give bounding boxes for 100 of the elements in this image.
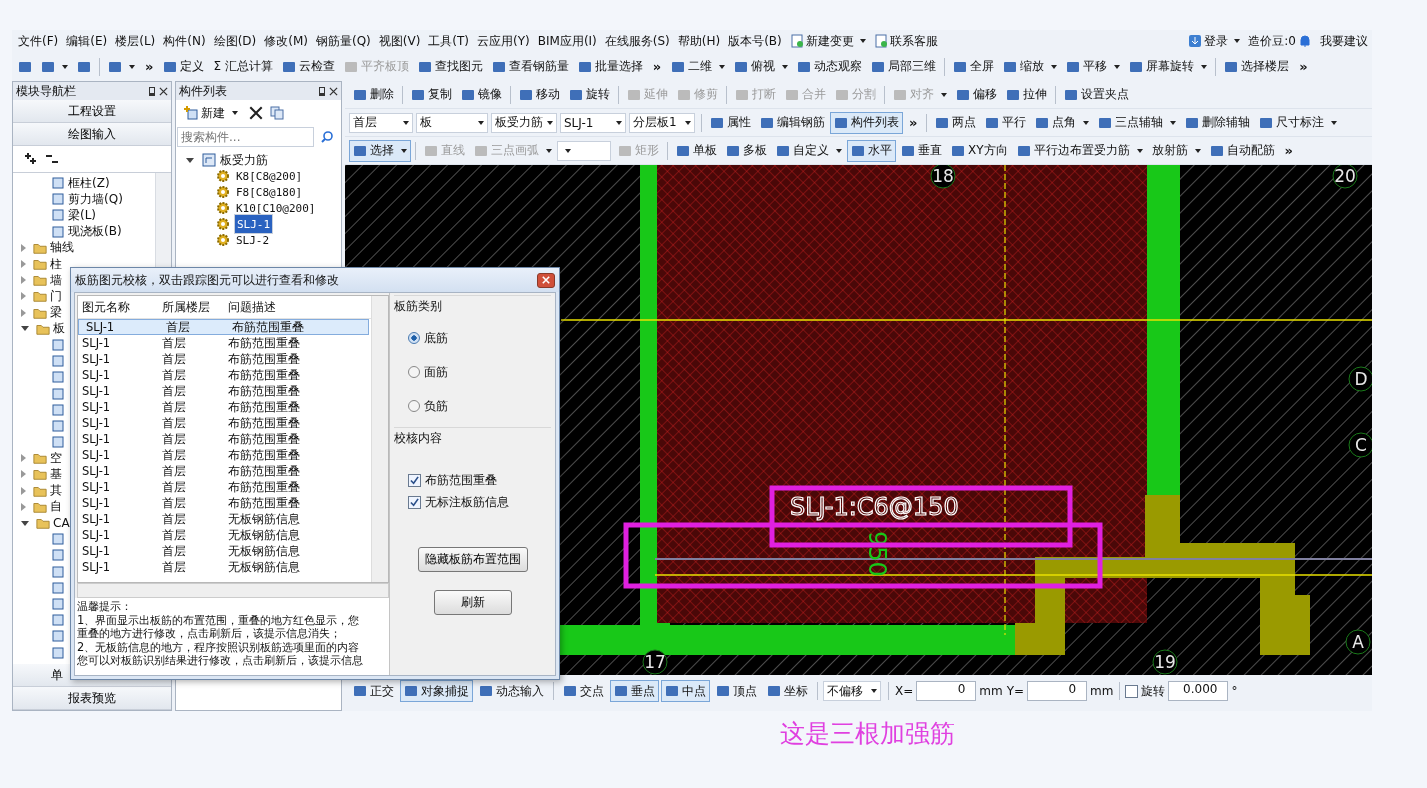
expand-arrow-icon[interactable] bbox=[21, 308, 26, 317]
radio-button[interactable] bbox=[408, 400, 420, 412]
search-field[interactable]: 搜索构件... bbox=[177, 127, 314, 147]
tree-item[interactable]: K10[C10@200] bbox=[234, 201, 318, 215]
toolbar-button[interactable]: 全屏 bbox=[949, 55, 999, 78]
snap-button[interactable]: 中点 bbox=[661, 680, 710, 702]
menu-item[interactable]: 楼层(L) bbox=[111, 32, 160, 50]
toolbar-button[interactable]: 编辑钢筋 bbox=[756, 111, 829, 134]
toolbar-button[interactable]: Σ 汇总计算 bbox=[209, 55, 277, 78]
tree-item[interactable]: 墙 bbox=[50, 271, 62, 289]
toolbar-button[interactable]: 平行 bbox=[981, 111, 1031, 134]
toolbar-button[interactable]: 拉伸 bbox=[1002, 83, 1051, 106]
expand-arrow-icon[interactable] bbox=[21, 486, 26, 495]
angle-field[interactable]: 0.000 bbox=[1168, 681, 1229, 701]
toolbar-button[interactable]: 水平 bbox=[847, 139, 896, 162]
table-row[interactable]: SLJ-1 首层 布筋范围重叠 bbox=[78, 431, 371, 447]
toolbar-button[interactable]: 定义 bbox=[159, 55, 209, 78]
table-row[interactable]: SLJ-1 首层 无板钢筋信息 bbox=[78, 559, 371, 575]
toolbar-button[interactable]: 选择 bbox=[349, 139, 411, 162]
table-row[interactable]: SLJ-1 首层 布筋范围重叠 bbox=[78, 495, 371, 511]
toolbar-button[interactable]: 自定义 bbox=[772, 139, 846, 162]
close-icon[interactable] bbox=[159, 86, 168, 96]
toolbar-button[interactable]: 局部三维 bbox=[867, 55, 941, 78]
snap-button[interactable]: 对象捕捉 bbox=[400, 680, 473, 702]
checkbox[interactable] bbox=[408, 495, 421, 509]
tree-item[interactable]: 柱 bbox=[50, 255, 62, 273]
toolbar-button[interactable]: 平移 bbox=[1062, 55, 1125, 78]
table-row[interactable]: SLJ-1 首层 布筋范围重叠 bbox=[78, 383, 371, 399]
tree-item[interactable]: K8[C8@200] bbox=[234, 169, 305, 183]
menu-item[interactable]: 我要建议 bbox=[1316, 32, 1372, 50]
column-header[interactable]: 所属楼层 bbox=[158, 299, 224, 315]
menu-item[interactable]: 在线服务(S) bbox=[600, 32, 674, 50]
tree-item[interactable]: 梁 bbox=[50, 304, 62, 322]
tree-item[interactable]: 轴线 bbox=[50, 239, 74, 257]
menu-item[interactable]: 联系客服 bbox=[869, 32, 942, 50]
menu-item[interactable]: 修改(M) bbox=[260, 32, 312, 50]
expand-arrow-icon[interactable] bbox=[21, 502, 26, 511]
table-row[interactable]: SLJ-1 首层 布筋范围重叠 bbox=[78, 479, 371, 495]
checkbox[interactable] bbox=[408, 473, 421, 487]
toolbar-button[interactable]: 动态观察 bbox=[793, 55, 867, 78]
snap-button[interactable]: 坐标 bbox=[763, 680, 812, 702]
expand-arrow-icon[interactable] bbox=[21, 260, 26, 269]
table-row[interactable]: SLJ-1 首层 布筋范围重叠 bbox=[78, 447, 371, 463]
toolbar-button[interactable]: 二维 bbox=[667, 55, 730, 78]
toolbar-button[interactable]: 删除辅轴 bbox=[1181, 111, 1255, 134]
nav-tab[interactable]: 绘图输入 bbox=[13, 123, 171, 146]
menu-item[interactable]: 编辑(E) bbox=[62, 32, 112, 50]
tree-item[interactable]: SLJ-2 bbox=[234, 233, 272, 247]
more-button[interactable]: » bbox=[1279, 143, 1298, 158]
dropdown-field[interactable]: 首层 bbox=[349, 112, 413, 133]
expand-arrow-icon[interactable] bbox=[21, 292, 26, 301]
toolbar-button[interactable]: 三点辅轴 bbox=[1094, 111, 1181, 134]
tree-item[interactable]: 剪力墙(Q) bbox=[68, 190, 123, 208]
table-row[interactable]: SLJ-1 首层 布筋范围重叠 bbox=[78, 463, 371, 479]
table-row[interactable]: SLJ-1 首层 无板钢筋信息 bbox=[78, 527, 371, 543]
x-field[interactable]: 0 bbox=[916, 681, 977, 701]
snap-button[interactable]: 垂点 bbox=[610, 680, 659, 702]
menu-item[interactable]: 构件(N) bbox=[159, 32, 210, 50]
expand-arrow-icon[interactable] bbox=[21, 454, 26, 463]
toolbar-button[interactable]: 删除 bbox=[349, 83, 398, 106]
tree-item[interactable]: 板 bbox=[53, 320, 65, 338]
scrollbar[interactable] bbox=[77, 583, 389, 598]
tree-item[interactable]: SLJ-1 bbox=[234, 214, 274, 234]
toolbar-button[interactable]: 设置夹点 bbox=[1060, 83, 1133, 106]
dropdown-field[interactable]: SLJ-1 bbox=[560, 112, 626, 133]
toolbar-button[interactable]: 尺寸标注 bbox=[1255, 111, 1342, 134]
new-button[interactable]: 新建 bbox=[180, 102, 242, 124]
expand-arrow-icon[interactable] bbox=[21, 470, 26, 479]
more-button[interactable]: » bbox=[904, 115, 923, 130]
toolbar-button[interactable]: 属性 bbox=[706, 111, 755, 134]
tree-item[interactable]: 自 bbox=[50, 498, 62, 516]
dialog-button[interactable]: 刷新 bbox=[433, 590, 512, 615]
table-row[interactable]: SLJ-1 首层 无板钢筋信息 bbox=[78, 511, 371, 527]
table-row[interactable]: SLJ-1 首层 布筋范围重叠 bbox=[78, 335, 371, 351]
toolbar-button[interactable]: 旋转 bbox=[565, 83, 614, 106]
toolbar-button[interactable]: 垂直 bbox=[897, 139, 946, 162]
table-row[interactable]: SLJ-1 首层 无板钢筋信息 bbox=[78, 543, 371, 559]
menu-item[interactable]: 绘图(D) bbox=[209, 32, 261, 50]
dropdown-field[interactable] bbox=[557, 140, 611, 161]
menu-item[interactable]: 视图(V) bbox=[374, 32, 425, 50]
toolbar-button[interactable]: 屏幕旋转 bbox=[1125, 55, 1212, 78]
menu-item[interactable]: 登录 bbox=[1184, 32, 1245, 50]
table-row[interactable]: SLJ-1 首层 布筋范围重叠 bbox=[78, 351, 371, 367]
collapse-arrow-icon[interactable] bbox=[21, 326, 29, 332]
radio-button[interactable] bbox=[408, 332, 420, 344]
more-button[interactable]: » bbox=[140, 59, 159, 74]
snap-button[interactable]: 交点 bbox=[559, 680, 608, 702]
column-header[interactable]: 图元名称 bbox=[78, 299, 158, 315]
tree-item[interactable]: F8[C8@180] bbox=[234, 185, 305, 199]
dropdown-field[interactable]: 不偏移 bbox=[823, 681, 881, 701]
tree-item[interactable]: 基 bbox=[50, 465, 62, 483]
tree-item[interactable]: 门 bbox=[50, 287, 62, 305]
toolbar-button[interactable]: 复制 bbox=[407, 83, 456, 106]
toolbar-button[interactable]: 查看钢筋量 bbox=[487, 55, 573, 78]
snap-button[interactable]: 正交 bbox=[349, 680, 398, 702]
pin-icon[interactable] bbox=[319, 86, 325, 96]
tree-item[interactable]: 板受力筋 bbox=[220, 151, 268, 169]
snap-button[interactable]: 顶点 bbox=[712, 680, 761, 702]
checkbox[interactable] bbox=[1125, 684, 1139, 698]
table-row[interactable]: SLJ-1 首层 布筋范围重叠 bbox=[78, 319, 369, 335]
